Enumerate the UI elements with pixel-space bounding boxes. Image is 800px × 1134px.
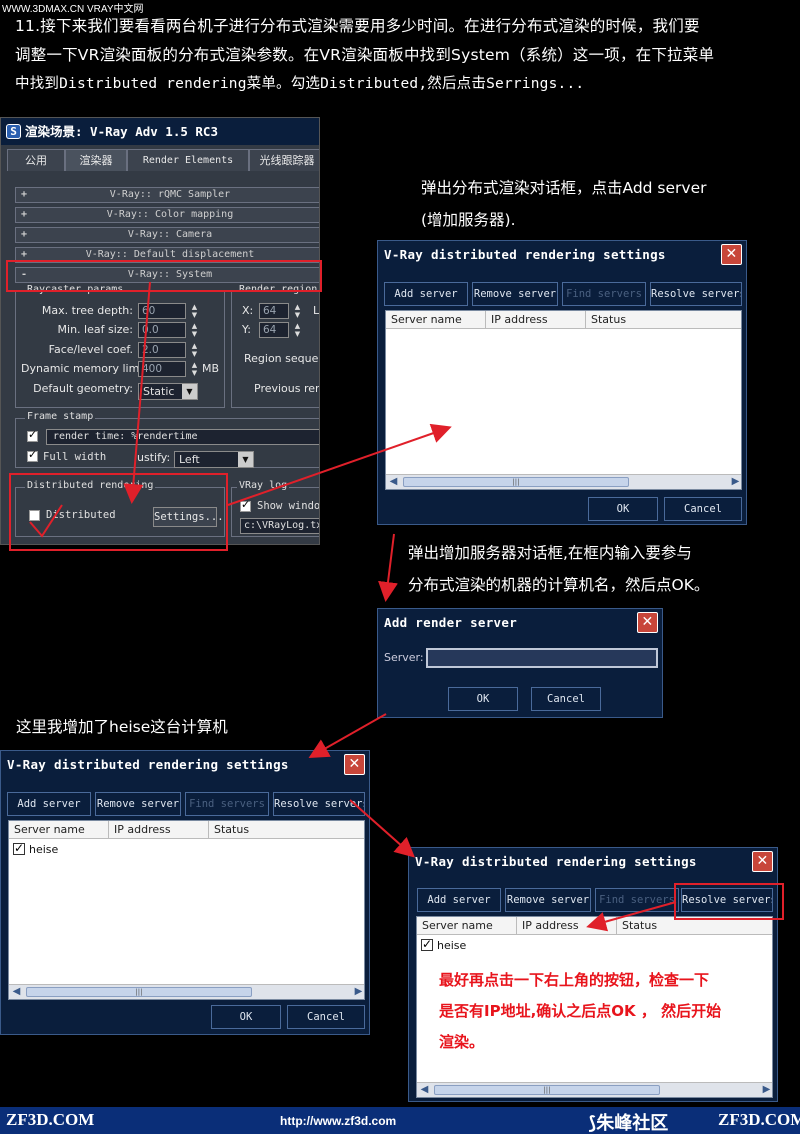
arrow-to-heise-dialog <box>308 713 387 758</box>
arrow-to-resolve-dialog <box>349 799 415 858</box>
footer-brand-left: ZF3D.COM <box>6 1110 95 1129</box>
arrow-settings-to-dialog <box>227 423 452 506</box>
arrow-to-add-server <box>378 533 398 602</box>
annotation-arrows <box>29 281 677 932</box>
arrow-to-ip-address <box>586 901 677 932</box>
footer-community: ⟆朱峰社区 <box>588 1113 669 1134</box>
footer-url[interactable]: http://www.zf3d.com <box>280 1114 396 1128</box>
arrow-system-to-distributed <box>123 281 151 504</box>
footer-bar: ZF3D.COM http://www.zf3d.com ⟆朱峰社区 ZF3D.… <box>0 1107 800 1134</box>
footer-brand-right: ZF3D.COM <box>718 1110 800 1129</box>
check-mark-icon <box>29 504 63 538</box>
community-logo-icon: ⟆ <box>588 1113 597 1134</box>
